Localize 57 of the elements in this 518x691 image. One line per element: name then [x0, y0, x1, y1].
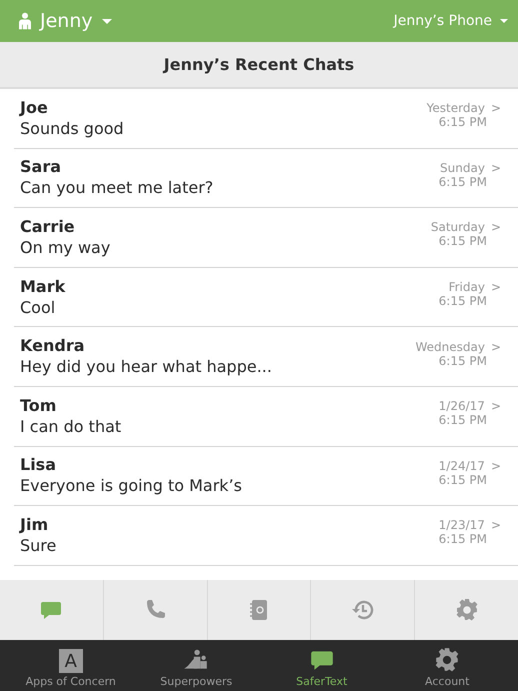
- chat-date: 1/24/17: [438, 458, 485, 473]
- message-preview: Sure: [20, 534, 56, 556]
- nav-item[interactable]: Account: [384, 640, 510, 691]
- contact-name: Carrie: [20, 216, 76, 237]
- chat-row[interactable]: Tom I can do that 1/26/17 > 6:15 PM: [14, 386, 518, 447]
- chat-date: 1/26/17: [438, 399, 485, 414]
- chevron: >: [490, 160, 501, 175]
- chat-time: 6:15 PM: [438, 532, 487, 546]
- chat-time: 6:15 PM: [438, 472, 487, 487]
- chat-date: Wednesday: [415, 340, 485, 354]
- message-preview: Hey did you hear what happe...: [20, 356, 272, 378]
- app-icon: A: [58, 649, 83, 673]
- chevron: >: [490, 101, 501, 116]
- chat-time: 6:15 PM: [438, 294, 487, 308]
- chat-date: Yesterday: [426, 101, 485, 116]
- nav-item[interactable]: Superpowers: [134, 640, 259, 691]
- chat-date: 1/23/17: [438, 518, 485, 532]
- person-icon: [16, 12, 34, 30]
- chevron: >: [490, 220, 501, 234]
- contact-name: Kendra: [20, 336, 86, 356]
- message-preview: Sounds good: [20, 118, 124, 139]
- chat-row[interactable]: Lisa Everyone is going to Mark’s 1/24/17 > 6:15 PM: [14, 446, 518, 506]
- settings-icon: [454, 598, 479, 622]
- chat-time: 6:15 PM: [438, 354, 487, 368]
- chat-row[interactable]: Jim Sure 1/23/17 > 6:15 PM: [14, 506, 518, 566]
- chat-row[interactable]: Mark Cool Friday > 6:15 PM: [14, 268, 518, 328]
- chat-date: Sunday: [440, 160, 485, 175]
- chevron: >: [490, 340, 501, 354]
- message-preview: On my way: [20, 236, 110, 258]
- chat-row[interactable]: Sara Can you meet me later? Sunday > 6:15 PM: [14, 148, 518, 208]
- contact-name: Sara: [20, 157, 62, 178]
- nav-item[interactable]: SaferText: [259, 640, 384, 691]
- chat-time: 6:15 PM: [438, 115, 487, 130]
- nav-item[interactable]: A Apps of Concern: [8, 640, 134, 691]
- page-title: Jenny’s Recent Chats: [164, 55, 354, 74]
- contact-name: Tom: [20, 396, 58, 416]
- message-preview: I can do that: [20, 416, 122, 437]
- contact-name: Mark: [20, 276, 66, 297]
- chat-row[interactable]: Carrie On my way Saturday > 6:15 PM: [14, 208, 518, 268]
- chat-time: 6:15 PM: [438, 234, 487, 248]
- chevron: >: [490, 399, 501, 414]
- settings-icon: [434, 647, 460, 673]
- chat-time: 6:15 PM: [438, 174, 487, 189]
- chevron: >: [490, 518, 501, 532]
- chevron: >: [490, 458, 501, 473]
- chat-row[interactable]: Kendra Hey did you hear what happe... Wednesday > 6:15 PM: [14, 327, 518, 387]
- message-preview: Cool: [20, 296, 56, 318]
- contact-name: Lisa: [20, 455, 57, 476]
- chat-date: Friday: [448, 280, 485, 294]
- chat-date: Saturday: [430, 220, 485, 234]
- message-preview: Can you meet me later?: [20, 177, 214, 198]
- contact-name: Jim: [20, 514, 50, 535]
- chat-row[interactable]: Joe Sounds good Yesterday > 6:15 PM: [14, 89, 518, 149]
- chat-time: 6:15 PM: [438, 413, 487, 428]
- chevron: >: [490, 280, 501, 294]
- contact-name: Joe: [20, 98, 49, 118]
- message-preview: Everyone is going to Mark’s: [20, 475, 242, 496]
